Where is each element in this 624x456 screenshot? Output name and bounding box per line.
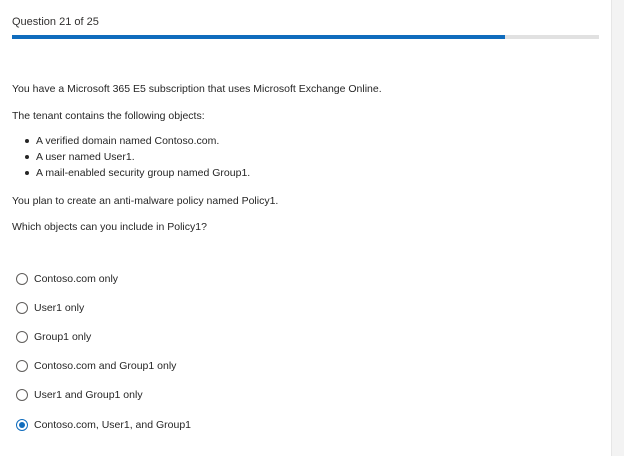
answer-option[interactable]: Contoso.com and Group1 only [16, 357, 316, 375]
objects-list: A verified domain named Contoso.com. A u… [22, 134, 250, 182]
list-item: A verified domain named Contoso.com. [22, 134, 250, 150]
answer-option[interactable]: User1 only [16, 299, 316, 317]
radio-button-icon[interactable] [16, 302, 28, 314]
plan-text: You plan to create an anti-malware polic… [12, 195, 279, 207]
bullet-icon [25, 139, 29, 143]
question-intro: You have a Microsoft 365 E5 subscription… [12, 83, 382, 95]
radio-button-icon[interactable] [16, 419, 28, 431]
answer-option[interactable]: Contoso.com, User1, and Group1 [16, 416, 316, 434]
answer-option-label: Contoso.com, User1, and Group1 [34, 419, 191, 431]
question-counter: Question 21 of 25 [12, 16, 99, 28]
answer-option[interactable]: Group1 only [16, 328, 316, 346]
answer-option-label: User1 only [34, 302, 85, 314]
radio-button-icon[interactable] [16, 360, 28, 372]
answer-option[interactable]: User1 and Group1 only [16, 386, 316, 404]
question-prompt: Which objects can you include in Policy1… [12, 221, 207, 233]
list-item: A mail-enabled security group named Grou… [22, 166, 250, 182]
answer-option-label: Group1 only [34, 331, 92, 343]
question-card: Question 21 of 25 You have a Microsoft 3… [0, 0, 612, 456]
answer-option[interactable]: Contoso.com only [16, 270, 316, 288]
radio-button-icon[interactable] [16, 389, 28, 401]
answer-option-label: User1 and Group1 only [34, 389, 143, 401]
progress-bar [12, 35, 599, 39]
bullet-icon [25, 155, 29, 159]
list-item: A user named User1. [22, 150, 250, 166]
answer-option-label: Contoso.com and Group1 only [34, 360, 177, 372]
progress-bar-fill [12, 35, 506, 39]
tenant-objects-heading: The tenant contains the following object… [12, 110, 205, 122]
radio-button-icon[interactable] [16, 331, 28, 343]
bullet-icon [25, 171, 29, 175]
answer-option-label: Contoso.com only [34, 273, 119, 285]
radio-button-icon[interactable] [16, 273, 28, 285]
